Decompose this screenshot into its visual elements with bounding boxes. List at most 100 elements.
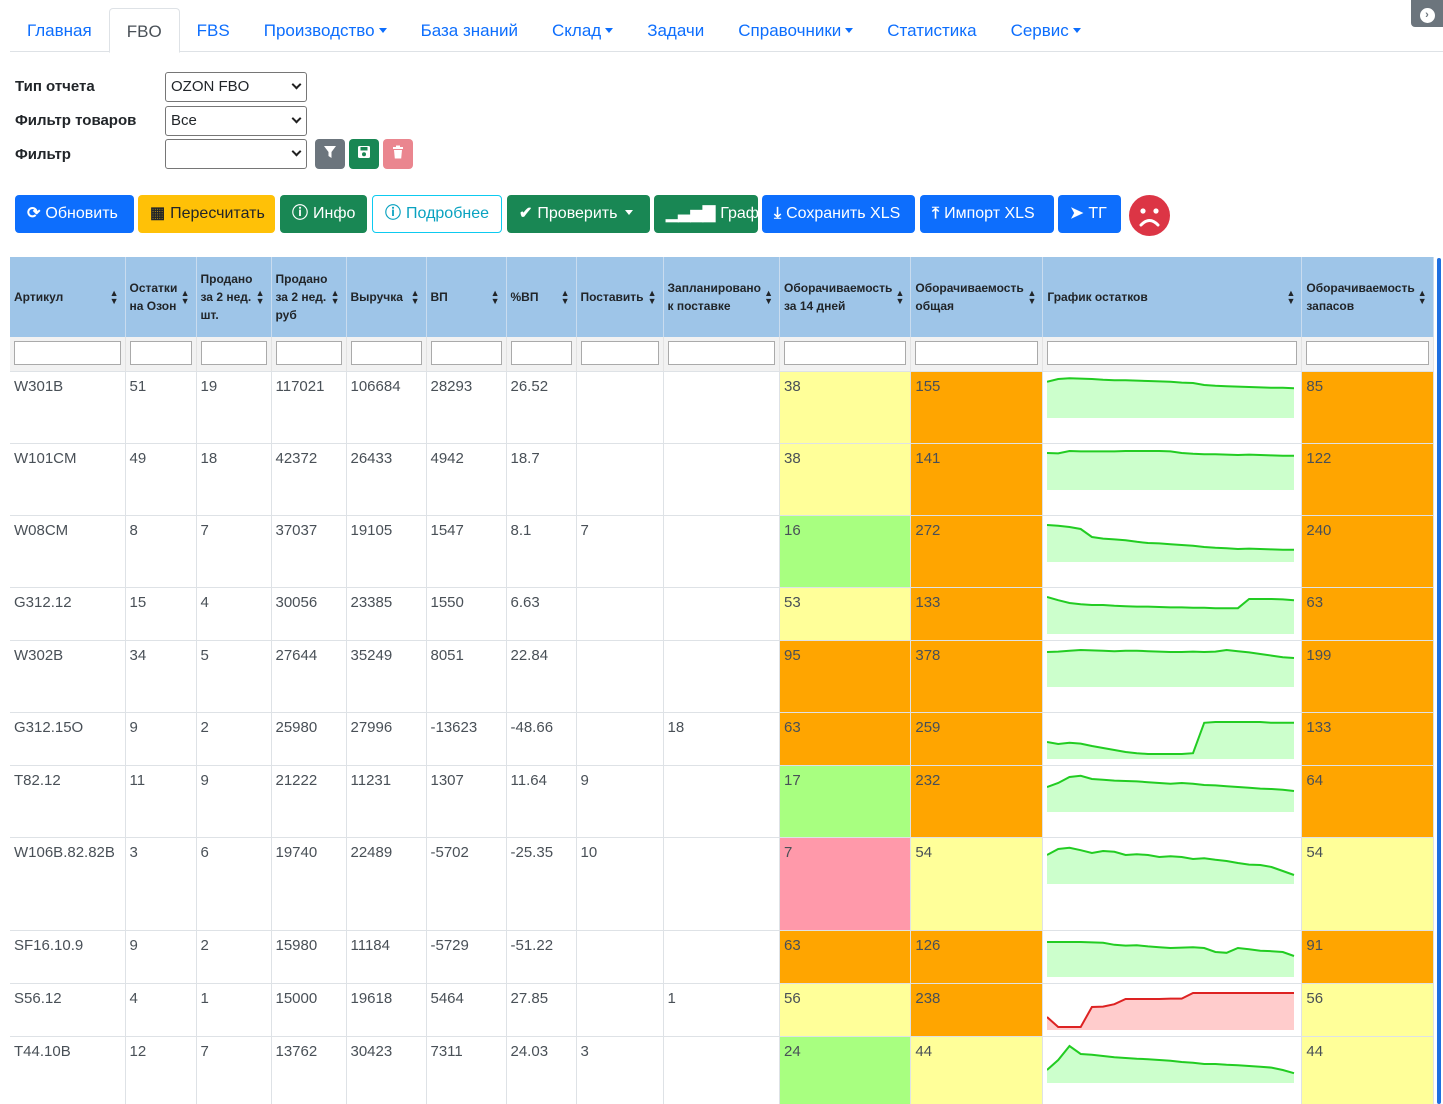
col-gp-header[interactable]: ВП ▲ ▼: [426, 257, 507, 337]
col-stock-ozon-cell: 9: [125, 712, 197, 766]
tab-production[interactable]: Производство: [247, 8, 404, 52]
col-supply-cell: [576, 712, 664, 766]
col-sold-qty-cell: 19: [196, 371, 272, 444]
col-turnover-14d-filter-input[interactable]: [784, 341, 907, 365]
sort-icon[interactable]: ▲ ▼: [561, 289, 570, 306]
sort-icon[interactable]: ▲ ▼: [181, 289, 190, 306]
col-revenue-cell: 23385: [346, 587, 427, 641]
product-filter-select[interactable]: Все: [165, 106, 307, 136]
import-xls-button[interactable]: ⤒ Импорт XLS: [920, 195, 1054, 233]
col-stock-chart-filter-input[interactable]: [1047, 341, 1298, 365]
table-row: W106B.82.82B 3 6 19740 22489 -5702 -25.35 10 7 54…: [10, 837, 1434, 931]
col-revenue-cell: 35249: [346, 640, 427, 713]
col-turnover-14d-cell: 63: [779, 712, 912, 766]
product-filter-label: Фильтр товаров: [15, 112, 137, 129]
col-sku-filter-input[interactable]: [14, 341, 121, 365]
col-supply-header[interactable]: Поставить ▲ ▼: [576, 257, 664, 337]
check-dropdown-button[interactable]: ✔ Проверить: [507, 195, 650, 233]
sort-icon[interactable]: ▲ ▼: [764, 289, 773, 306]
tab-knowledge-base[interactable]: База знаний: [404, 8, 535, 52]
download-icon: ⤓: [774, 205, 782, 222]
col-planned-cell: 18: [663, 712, 780, 766]
col-turnover-inventory-filter-input[interactable]: [1306, 341, 1429, 365]
delete-filter-button[interactable]: [383, 139, 413, 169]
telegram-button[interactable]: ➤ ТГ: [1058, 195, 1121, 233]
table-row: W08CM 8 7 37037 19105 1547 8.1 7 16 272 240: [10, 515, 1434, 588]
col-stock-ozon-header[interactable]: Остатки на Озон ▲ ▼: [125, 257, 197, 337]
col-turnover-total-cell: 44: [910, 1036, 1044, 1104]
sort-icon[interactable]: ▲ ▼: [1286, 289, 1295, 306]
col-planned-cell: [663, 640, 780, 713]
col-revenue-header[interactable]: Выручка ▲ ▼: [346, 257, 427, 337]
sparkline-area: [1047, 1045, 1295, 1083]
tab-service[interactable]: Сервис: [994, 8, 1098, 52]
col-revenue-filter-cell: [346, 337, 427, 372]
col-gp-pct-filter-cell: [506, 337, 577, 372]
refresh-button[interactable]: ⟳ Обновить: [15, 195, 134, 233]
sort-icon[interactable]: ▲ ▼: [491, 289, 500, 306]
tab-fbs[interactable]: FBS: [180, 8, 247, 52]
floppy-disk-icon: [358, 146, 370, 158]
sort-icon[interactable]: ▲ ▼: [1418, 289, 1427, 306]
col-sold-qty-header[interactable]: Продано за 2 нед. шт. ▲ ▼: [196, 257, 272, 337]
sort-icon[interactable]: ▲ ▼: [256, 289, 265, 306]
col-planned-filter-cell: [663, 337, 780, 372]
collapse-button[interactable]: ›: [1411, 0, 1443, 27]
table-row: W302B 34 5 27644 35249 8051 22.84 95 378 199: [10, 640, 1434, 713]
col-turnover-total-filter-input[interactable]: [915, 341, 1039, 365]
tab-service-label: Сервис: [1010, 21, 1069, 40]
scrollbar[interactable]: [1437, 258, 1441, 1104]
col-planned-filter-input[interactable]: [667, 341, 775, 365]
report-type-select[interactable]: OZON FBO: [165, 72, 307, 102]
sort-icon[interactable]: ▲ ▼: [1027, 289, 1036, 306]
col-planned-header[interactable]: Запланировано к поставке ▲ ▼: [663, 257, 780, 337]
tab-statistics[interactable]: Статистика: [870, 8, 993, 52]
col-turnover-14d-header[interactable]: Оборачиваемость за 14 дней ▲ ▼: [779, 257, 912, 337]
info-button[interactable]: ⓘ Инфо: [280, 195, 367, 233]
sort-icon[interactable]: ▲ ▼: [895, 289, 904, 306]
col-sold-rub-filter-input[interactable]: [275, 341, 342, 365]
details-button[interactable]: ⓘ Подробнее: [372, 195, 502, 233]
stock-sparkline: [1047, 523, 1295, 562]
save-xls-button[interactable]: ⤓ Сохранить XLS: [762, 195, 915, 233]
import-xls-label: Импорт XLS: [944, 205, 1035, 222]
col-gp-pct-cell: 18.7: [506, 443, 577, 516]
col-turnover-14d-cell: 24: [779, 1036, 912, 1104]
chevron-down-icon: [291, 79, 302, 90]
tab-fbo[interactable]: FBO: [108, 8, 180, 53]
sort-icon[interactable]: ▲ ▼: [411, 289, 420, 306]
tab-tasks[interactable]: Задачи: [630, 8, 721, 52]
tab-references[interactable]: Справочники: [721, 8, 870, 52]
col-gp-pct-header[interactable]: %ВП ▲ ▼: [506, 257, 577, 337]
col-gp-pct-filter-input[interactable]: [510, 341, 572, 365]
col-stock-ozon-filter-input[interactable]: [129, 341, 192, 365]
col-sold-qty-filter-input[interactable]: [200, 341, 267, 365]
sort-icon[interactable]: ▲ ▼: [331, 289, 340, 306]
col-sold-rub-header[interactable]: Продано за 2 нед. руб ▲ ▼: [271, 257, 347, 337]
tab-home[interactable]: Главная: [10, 8, 109, 52]
col-gp-pct-cell: -51.22: [506, 930, 577, 984]
col-supply-cell: [576, 587, 664, 641]
sort-icon[interactable]: ▲ ▼: [648, 289, 657, 306]
table-header: Артикул ▲ ▼ Остатки на Озон ▲ ▼ Продано за 2 н…: [10, 257, 1434, 337]
col-turnover-total-header[interactable]: Оборачиваемость общая ▲ ▼: [910, 257, 1044, 337]
col-turnover-inventory-header[interactable]: Оборачиваемость запасов ▲ ▼: [1301, 257, 1434, 337]
recalculate-button[interactable]: ▦ Пересчитать: [138, 195, 275, 233]
col-revenue-filter-input[interactable]: [350, 341, 422, 365]
col-turnover-total-cell: 54: [910, 837, 1044, 931]
sort-icon[interactable]: ▲ ▼: [110, 289, 119, 306]
apply-filter-button[interactable]: [315, 139, 345, 169]
tab-warehouse[interactable]: Склад: [535, 8, 630, 52]
col-stock-ozon-cell: 34: [125, 640, 197, 713]
filter-select[interactable]: [165, 139, 307, 169]
col-turnover-14d-cell: 16: [779, 515, 912, 588]
chart-button[interactable]: ▁▃▅▇ График: [654, 195, 775, 233]
col-gp-filter-input[interactable]: [430, 341, 502, 365]
report-type-value: OZON FBO: [171, 78, 250, 95]
col-supply-filter-input[interactable]: [580, 341, 659, 365]
save-filter-button[interactable]: [349, 139, 379, 169]
stock-sparkline: [1047, 720, 1295, 759]
col-sku-cell: SF16.10.9: [10, 930, 126, 984]
col-sku-header[interactable]: Артикул ▲ ▼: [10, 257, 126, 337]
col-stock-chart-header[interactable]: График остатков ▲ ▼: [1042, 257, 1303, 337]
